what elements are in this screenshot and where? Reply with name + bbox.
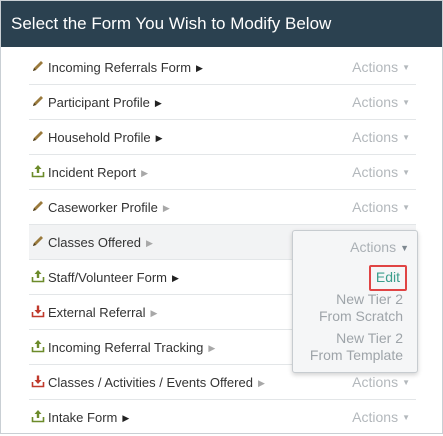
pencil-icon	[31, 199, 45, 213]
actions-menu-button[interactable]: Actions ▼	[352, 120, 410, 155]
form-row[interactable]: Caseworker Profile ▶ Actions ▼	[29, 190, 416, 225]
form-row[interactable]: Incoming Referrals Form ▶ Actions ▼	[29, 50, 416, 85]
actions-menu-button[interactable]: Actions ▼	[352, 400, 410, 435]
form-name[interactable]: Incident Report ▶	[48, 155, 148, 191]
panel-header: Select the Form You Wish to Modify Below	[1, 1, 442, 47]
actions-menu-button-open[interactable]: Actions ▼	[350, 231, 409, 265]
form-row[interactable]: Intake Form ▶ Actions ▼	[29, 400, 416, 435]
chevron-down-icon: ▼	[402, 413, 410, 422]
expand-arrow-icon[interactable]: ▶	[196, 51, 203, 86]
upload-icon	[31, 164, 45, 178]
download-icon	[31, 304, 45, 318]
actions-menu-button[interactable]: Actions ▼	[352, 85, 410, 120]
expand-arrow-icon[interactable]: ▶	[146, 226, 153, 261]
expand-arrow-icon[interactable]: ▶	[163, 191, 170, 226]
new-tier2-from-template-item[interactable]: New Tier 2 From Template	[310, 330, 403, 364]
edit-menu-item[interactable]: Edit	[368, 265, 407, 291]
form-name[interactable]: Intake Form ▶	[48, 400, 129, 436]
expand-arrow-icon[interactable]: ▶	[155, 86, 162, 121]
form-name[interactable]: Classes / Activities / Events Offered ▶	[48, 365, 265, 401]
form-name[interactable]: Household Profile ▶	[48, 120, 163, 156]
form-row[interactable]: Incident Report ▶ Actions ▼	[29, 155, 416, 190]
pencil-icon	[31, 94, 45, 108]
chevron-down-icon: ▼	[402, 168, 410, 177]
expand-arrow-icon[interactable]: ▶	[141, 156, 148, 191]
upload-icon	[31, 409, 45, 423]
new-tier2-from-scratch-item[interactable]: New Tier 2 From Scratch	[319, 291, 403, 325]
form-name[interactable]: Incoming Referral Tracking ▶	[48, 330, 215, 366]
form-row[interactable]: Household Profile ▶ Actions ▼	[29, 120, 416, 155]
form-name[interactable]: Participant Profile ▶	[48, 85, 162, 121]
form-name[interactable]: Classes Offered ▶	[48, 225, 153, 261]
download-icon	[31, 374, 45, 388]
form-name[interactable]: Staff/Volunteer Form ▶	[48, 260, 179, 296]
actions-menu-button[interactable]: Actions ▼	[352, 190, 410, 225]
actions-menu-button[interactable]: Actions ▼	[352, 50, 410, 85]
actions-dropdown-menu: Actions ▼ Edit New Tier 2 From Scratch Ne…	[292, 230, 418, 373]
chevron-down-icon: ▼	[402, 133, 410, 142]
actions-menu-button[interactable]: Actions ▼	[352, 155, 410, 190]
form-row[interactable]: Participant Profile ▶ Actions ▼	[29, 85, 416, 120]
chevron-down-icon: ▼	[402, 98, 410, 107]
expand-arrow-icon[interactable]: ▶	[151, 296, 158, 331]
expand-arrow-icon[interactable]: ▶	[172, 261, 179, 296]
pencil-icon	[31, 129, 45, 143]
form-name[interactable]: Caseworker Profile ▶	[48, 190, 170, 226]
form-list-panel: Select the Form You Wish to Modify Below…	[0, 0, 443, 434]
expand-arrow-icon[interactable]: ▶	[258, 366, 265, 401]
expand-arrow-icon[interactable]: ▶	[122, 401, 129, 436]
chevron-down-icon: ▼	[400, 243, 409, 253]
upload-icon	[31, 269, 45, 283]
pencil-icon	[31, 234, 45, 248]
expand-arrow-icon[interactable]: ▶	[156, 121, 163, 156]
pencil-icon	[31, 59, 45, 73]
upload-icon	[31, 339, 45, 353]
form-name[interactable]: External Referral ▶	[48, 295, 157, 331]
form-name[interactable]: Incoming Referrals Form ▶	[48, 50, 203, 86]
chevron-down-icon: ▼	[402, 63, 410, 72]
chevron-down-icon: ▼	[402, 203, 410, 212]
expand-arrow-icon[interactable]: ▶	[208, 331, 215, 366]
